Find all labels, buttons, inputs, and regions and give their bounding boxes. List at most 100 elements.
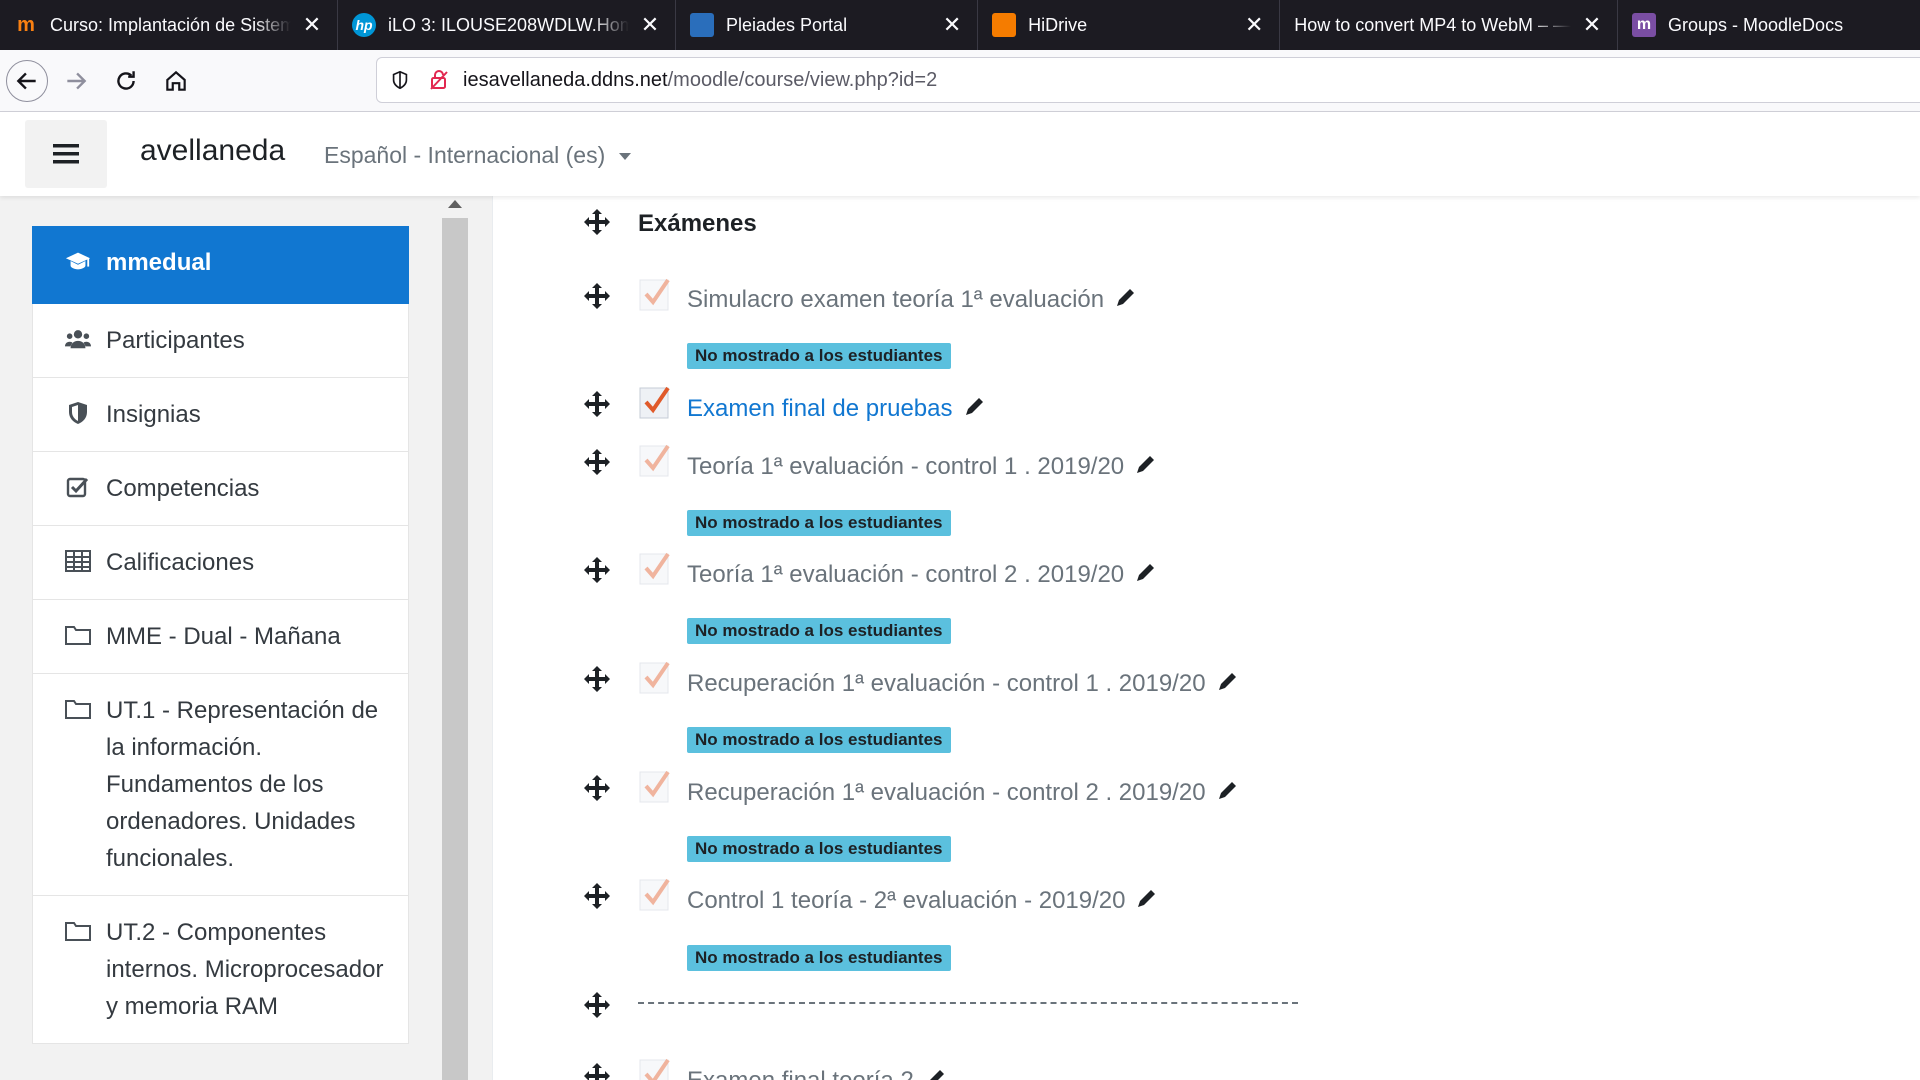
drawer-item-label: Calificaciones: [106, 549, 255, 576]
close-icon[interactable]: ✕: [941, 12, 963, 37]
hidrive-icon: [992, 13, 1017, 37]
drawer-item-competencies[interactable]: Competencias: [32, 452, 409, 526]
activity-name: Simulacro examen teoría 1ª evaluación: [687, 286, 1105, 313]
activity-name: Examen final teoría 2: [687, 1067, 914, 1080]
drawer-item-label: UT.1 - Representación de la información.…: [106, 697, 379, 872]
browser-tab[interactable]: HiDrive ✕: [978, 0, 1281, 50]
drawer-nav-list: mmedual Participantes Insignias Competen…: [32, 226, 409, 1044]
browser-tab-strip: m Curso: Implantación de Sistemas ✕ hp i…: [0, 0, 1920, 50]
drawer-item-section[interactable]: UT.2 - Componentes internos. Microproces…: [32, 896, 409, 1044]
url-bar[interactable]: iesavellaneda.ddns.net/moodle/course/vie…: [376, 57, 1920, 103]
move-icon[interactable]: [583, 448, 611, 476]
reload-button[interactable]: [104, 59, 148, 103]
quiz-icon: [639, 278, 670, 311]
close-icon[interactable]: ✕: [1581, 12, 1603, 37]
folder-icon: [65, 622, 91, 648]
pencil-icon[interactable]: [1216, 780, 1238, 802]
activity-link[interactable]: Recuperación 1ª evaluación - control 2 .…: [687, 779, 1238, 807]
drawer-item-label: Competencias: [106, 475, 260, 502]
pencil-icon[interactable]: [1114, 287, 1136, 309]
drawer-item-participants[interactable]: Participantes: [32, 304, 409, 378]
close-icon[interactable]: ✕: [301, 12, 323, 37]
caret-down-icon: [619, 153, 632, 161]
drawer-item-badges[interactable]: Insignias: [32, 378, 409, 452]
drawer-item-label: mmedual: [106, 249, 212, 276]
browser-tab[interactable]: m Curso: Implantación de Sistemas ✕: [0, 0, 338, 50]
drawer-item-section[interactable]: MME - Dual - Mañana: [32, 600, 409, 674]
drawer-item-section[interactable]: UT.1 - Representación de la información.…: [32, 674, 409, 896]
activity-name: Teoría 1ª evaluación - control 2 . 2019/…: [687, 561, 1125, 588]
drawer-toggle-button[interactable]: [25, 120, 107, 188]
activity-link[interactable]: Examen final de pruebas: [687, 395, 985, 423]
course-content: Exámenes Simulacro examen teoría 1ª eval…: [492, 196, 1920, 1080]
browser-tab[interactable]: How to convert MP4 to WebM – — ✕: [1280, 0, 1618, 50]
move-icon[interactable]: [583, 882, 611, 910]
pleiades-icon: [690, 13, 714, 37]
site-name-link[interactable]: avellaneda: [140, 134, 285, 168]
scroll-up-arrow-icon[interactable]: [448, 200, 462, 208]
activity-name: Recuperación 1ª evaluación - control 2 .…: [687, 779, 1206, 806]
move-icon[interactable]: [583, 556, 611, 584]
quiz-icon: [639, 552, 670, 585]
browser-tab[interactable]: m Groups - MoodleDocs: [1618, 0, 1920, 50]
close-icon[interactable]: ✕: [1243, 12, 1265, 37]
pencil-icon[interactable]: [1134, 454, 1156, 476]
site-header: avellaneda Español - Internacional (es): [0, 112, 1920, 196]
hidden-badge: No mostrado a los estudiantes: [687, 343, 951, 369]
quiz-icon: [639, 878, 670, 911]
pencil-icon[interactable]: [924, 1068, 946, 1080]
drawer-item-label: Participantes: [106, 327, 245, 354]
activity-link[interactable]: Control 1 teoría - 2ª evaluación - 2019/…: [687, 887, 1157, 915]
move-icon[interactable]: [583, 390, 611, 418]
back-button[interactable]: [6, 59, 48, 102]
move-icon[interactable]: [583, 665, 611, 693]
scrollbar-thumb[interactable]: [442, 218, 468, 1080]
table-icon: [65, 548, 91, 574]
quiz-icon: [639, 386, 670, 419]
forward-button[interactable]: [54, 59, 98, 103]
drawer-item-label: MME - Dual - Mañana: [106, 623, 341, 650]
move-icon[interactable]: [583, 1062, 611, 1080]
nav-drawer: mmedual Participantes Insignias Competen…: [0, 196, 492, 1080]
tab-title: Curso: Implantación de Sistemas: [50, 14, 291, 35]
close-icon[interactable]: ✕: [639, 12, 661, 37]
pencil-icon[interactable]: [1216, 671, 1238, 693]
hidden-badge: No mostrado a los estudiantes: [687, 945, 951, 971]
pencil-icon[interactable]: [1135, 888, 1157, 910]
activity-link[interactable]: Teoría 1ª evaluación - control 1 . 2019/…: [687, 453, 1156, 481]
drawer-scrollbar[interactable]: [442, 196, 468, 1080]
reload-icon: [117, 70, 135, 90]
move-icon[interactable]: [583, 282, 611, 310]
move-icon[interactable]: [583, 991, 611, 1019]
activity-link[interactable]: Examen final teoría 2: [687, 1067, 946, 1080]
language-menu[interactable]: Español - Internacional (es): [324, 142, 632, 169]
activity-link[interactable]: Recuperación 1ª evaluación - control 1 .…: [687, 670, 1238, 698]
pencil-icon[interactable]: [963, 396, 985, 418]
insecure-lock-icon[interactable]: [427, 68, 451, 92]
drawer-item-course[interactable]: mmedual: [32, 226, 409, 304]
activity-link[interactable]: Teoría 1ª evaluación - control 2 . 2019/…: [687, 561, 1156, 589]
folder-icon: [65, 918, 91, 944]
moodle-m-icon: m: [17, 13, 35, 36]
shield-icon[interactable]: [389, 69, 411, 91]
activity-name: Teoría 1ª evaluación - control 1 . 2019/…: [687, 453, 1125, 480]
users-icon: [65, 326, 91, 352]
tab-title: iLO 3: ILOUSE208WDLW.Home: [388, 14, 629, 35]
move-icon[interactable]: [583, 208, 611, 236]
quiz-icon: [639, 444, 670, 477]
language-label: Español - Internacional (es): [324, 142, 606, 168]
tab-title: HiDrive: [1028, 14, 1088, 35]
activity-name: Control 1 teoría - 2ª evaluación - 2019/…: [687, 887, 1126, 914]
arrow-right-icon: [67, 72, 87, 89]
home-icon: [166, 70, 186, 91]
browser-tab[interactable]: Pleiades Portal ✕: [676, 0, 979, 50]
drawer-item-grades[interactable]: Calificaciones: [32, 526, 409, 600]
hamburger-icon: [53, 144, 79, 164]
pencil-icon[interactable]: [1134, 562, 1156, 584]
move-icon[interactable]: [583, 774, 611, 802]
quiz-icon: [639, 770, 670, 803]
browser-tab[interactable]: hp iLO 3: ILOUSE208WDLW.Home ✕: [338, 0, 676, 50]
home-button[interactable]: [154, 59, 198, 103]
tab-title: Pleiades Portal: [726, 14, 848, 35]
activity-link[interactable]: Simulacro examen teoría 1ª evaluación: [687, 286, 1136, 314]
